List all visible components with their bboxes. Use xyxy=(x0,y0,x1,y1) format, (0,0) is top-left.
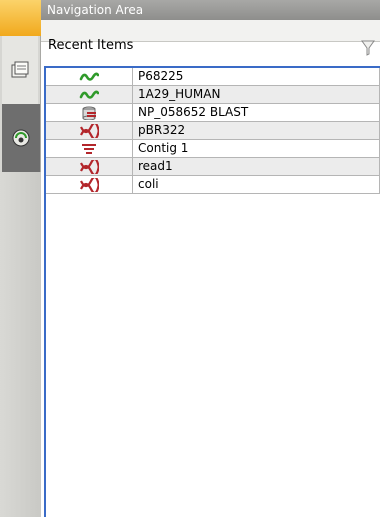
panel-title: Navigation Area xyxy=(41,0,380,20)
row-name: Contig 1 xyxy=(132,139,380,158)
row-icon-cell xyxy=(46,121,133,140)
row-name: pBR322 xyxy=(132,121,380,140)
contig-icon xyxy=(82,143,96,154)
table-row[interactable]: 1A29_HUMAN xyxy=(46,85,380,104)
table-row[interactable]: NP_058652 BLAST xyxy=(46,103,380,122)
side-strip-body xyxy=(0,172,41,517)
table-row[interactable]: pBR322 xyxy=(46,121,380,140)
protein-sequence-icon xyxy=(79,90,99,99)
table-row[interactable]: coli xyxy=(46,175,380,194)
row-name: P68225 xyxy=(132,68,380,86)
table-row[interactable]: Contig 1 xyxy=(46,139,380,158)
row-icon-cell xyxy=(46,157,133,176)
dna-sequence-icon xyxy=(80,123,99,138)
blast-database-icon xyxy=(82,106,96,120)
table-row[interactable]: P68225 xyxy=(46,68,380,86)
section-label: Recent Items xyxy=(48,38,134,53)
filter-icon[interactable] xyxy=(361,40,375,56)
folder-document-icon xyxy=(11,61,29,78)
dna-sequence-icon xyxy=(80,177,99,192)
recent-items-table: P68225 1A29_HUMAN NP_058652 BLAST pBR322 … xyxy=(44,66,380,517)
row-icon-cell xyxy=(46,68,133,86)
row-name: coli xyxy=(132,175,380,194)
row-icon-cell xyxy=(46,175,133,194)
side-tab-toolbox[interactable] xyxy=(2,104,40,172)
toolbox-icon xyxy=(12,129,30,147)
row-name: read1 xyxy=(132,157,380,176)
protein-sequence-icon xyxy=(79,72,99,81)
row-icon-cell xyxy=(46,139,133,158)
row-icon-cell xyxy=(46,103,133,122)
row-name: 1A29_HUMAN xyxy=(132,85,380,104)
row-icon-cell xyxy=(46,85,133,104)
dna-sequence-icon xyxy=(80,159,99,174)
side-tab-navigation[interactable] xyxy=(2,36,38,105)
row-name: NP_058652 BLAST xyxy=(132,103,380,122)
table-row[interactable]: read1 xyxy=(46,157,380,176)
side-strip-header xyxy=(0,0,41,36)
